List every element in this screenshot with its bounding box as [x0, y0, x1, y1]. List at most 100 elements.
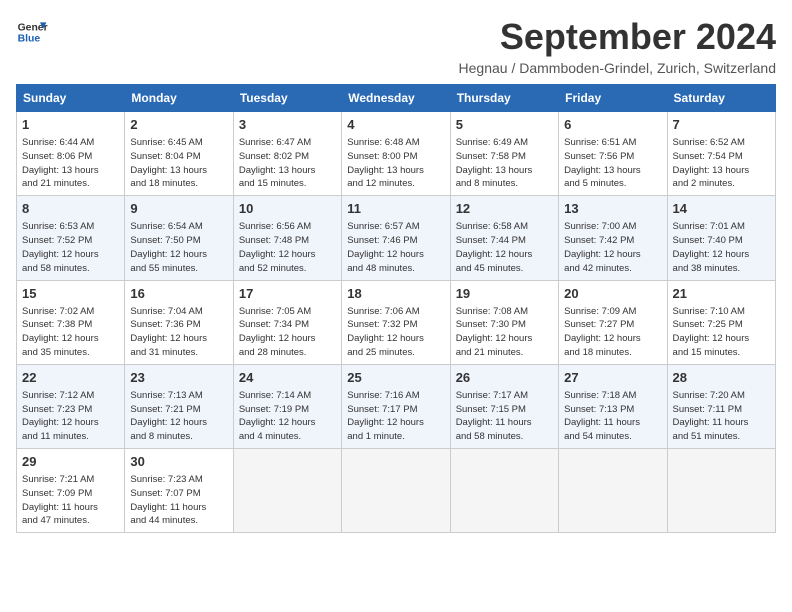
day-number: 9	[130, 200, 227, 218]
calendar-cell: 17 Sunrise: 7:05 AM Sunset: 7:34 PM Dayli…	[233, 280, 341, 364]
calendar-cell: 16 Sunrise: 7:04 AM Sunset: 7:36 PM Dayli…	[125, 280, 233, 364]
calendar-cell	[233, 449, 341, 533]
day-number: 5	[456, 116, 553, 134]
day-number: 18	[347, 285, 444, 303]
day-info: Sunrise: 7:13 AM Sunset: 7:21 PM Dayligh…	[130, 389, 227, 444]
day-info: Sunrise: 6:52 AM Sunset: 7:54 PM Dayligh…	[673, 136, 770, 191]
calendar-cell: 1 Sunrise: 6:44 AM Sunset: 8:06 PM Daylig…	[17, 112, 125, 196]
calendar-cell: 12 Sunrise: 6:58 AM Sunset: 7:44 PM Dayli…	[450, 196, 558, 280]
day-info: Sunrise: 6:53 AM Sunset: 7:52 PM Dayligh…	[22, 220, 119, 275]
day-number: 28	[673, 369, 770, 387]
day-info: Sunrise: 6:49 AM Sunset: 7:58 PM Dayligh…	[456, 136, 553, 191]
weekday-header-row: SundayMondayTuesdayWednesdayThursdayFrid…	[17, 85, 776, 112]
calendar-cell: 11 Sunrise: 6:57 AM Sunset: 7:46 PM Dayli…	[342, 196, 450, 280]
calendar-cell: 9Sunrise: 6:54 AM Sunset: 7:50 PM Daylig…	[125, 196, 233, 280]
calendar-cell: 8 Sunrise: 6:53 AM Sunset: 7:52 PM Daylig…	[17, 196, 125, 280]
calendar-cell: 13 Sunrise: 7:00 AM Sunset: 7:42 PM Dayli…	[559, 196, 667, 280]
day-info: Sunrise: 7:08 AM Sunset: 7:30 PM Dayligh…	[456, 305, 553, 360]
calendar-cell: 18 Sunrise: 7:06 AM Sunset: 7:32 PM Dayli…	[342, 280, 450, 364]
calendar-cell: 3 Sunrise: 6:47 AM Sunset: 8:02 PM Daylig…	[233, 112, 341, 196]
day-info: Sunrise: 7:10 AM Sunset: 7:25 PM Dayligh…	[673, 305, 770, 360]
day-number: 1	[22, 116, 119, 134]
calendar-cell: 2 Sunrise: 6:45 AM Sunset: 8:04 PM Daylig…	[125, 112, 233, 196]
day-info: Sunrise: 7:04 AM Sunset: 7:36 PM Dayligh…	[130, 305, 227, 360]
day-info: Sunrise: 7:01 AM Sunset: 7:40 PM Dayligh…	[673, 220, 770, 275]
title-block: September 2024 Hegnau / Dammboden-Grinde…	[459, 16, 776, 76]
day-info: Sunrise: 7:09 AM Sunset: 7:27 PM Dayligh…	[564, 305, 661, 360]
day-number: 29	[22, 453, 119, 471]
calendar-table: SundayMondayTuesdayWednesdayThursdayFrid…	[16, 84, 776, 533]
calendar-cell: 14 Sunrise: 7:01 AM Sunset: 7:40 PM Dayli…	[667, 196, 775, 280]
day-info: Sunrise: 6:44 AM Sunset: 8:06 PM Dayligh…	[22, 136, 119, 191]
calendar-cell: 5 Sunrise: 6:49 AM Sunset: 7:58 PM Daylig…	[450, 112, 558, 196]
weekday-header-friday: Friday	[559, 85, 667, 112]
day-info: Sunrise: 7:14 AM Sunset: 7:19 PM Dayligh…	[239, 389, 336, 444]
week-row-4: 22 Sunrise: 7:12 AM Sunset: 7:23 PM Dayli…	[17, 364, 776, 448]
day-info: Sunrise: 7:00 AM Sunset: 7:42 PM Dayligh…	[564, 220, 661, 275]
day-info: Sunrise: 7:21 AM Sunset: 7:09 PM Dayligh…	[22, 473, 119, 528]
week-row-5: 29 Sunrise: 7:21 AM Sunset: 7:09 PM Dayli…	[17, 449, 776, 533]
day-number: 21	[673, 285, 770, 303]
day-info: Sunrise: 7:02 AM Sunset: 7:38 PM Dayligh…	[22, 305, 119, 360]
day-info: Sunrise: 7:05 AM Sunset: 7:34 PM Dayligh…	[239, 305, 336, 360]
month-title: September 2024	[459, 16, 776, 58]
calendar-cell: 23 Sunrise: 7:13 AM Sunset: 7:21 PM Dayli…	[125, 364, 233, 448]
calendar-cell: 22 Sunrise: 7:12 AM Sunset: 7:23 PM Dayli…	[17, 364, 125, 448]
day-number: 8	[22, 200, 119, 218]
calendar-cell: 25Sunrise: 7:16 AM Sunset: 7:17 PM Dayli…	[342, 364, 450, 448]
day-number: 4	[347, 116, 444, 134]
day-info: Sunrise: 7:06 AM Sunset: 7:32 PM Dayligh…	[347, 305, 444, 360]
weekday-header-monday: Monday	[125, 85, 233, 112]
day-info: Sunrise: 7:20 AM Sunset: 7:11 PM Dayligh…	[673, 389, 770, 444]
day-info: Sunrise: 7:16 AM Sunset: 7:17 PM Dayligh…	[347, 389, 444, 444]
day-number: 22	[22, 369, 119, 387]
day-number: 2	[130, 116, 227, 134]
page-header: General Blue September 2024 Hegnau / Dam…	[16, 16, 776, 76]
weekday-header-tuesday: Tuesday	[233, 85, 341, 112]
day-number: 10	[239, 200, 336, 218]
calendar-cell: 6Sunrise: 6:51 AM Sunset: 7:56 PM Daylig…	[559, 112, 667, 196]
day-number: 20	[564, 285, 661, 303]
weekday-header-sunday: Sunday	[17, 85, 125, 112]
day-info: Sunrise: 6:56 AM Sunset: 7:48 PM Dayligh…	[239, 220, 336, 275]
day-number: 19	[456, 285, 553, 303]
day-number: 26	[456, 369, 553, 387]
day-number: 3	[239, 116, 336, 134]
calendar-cell: 20 Sunrise: 7:09 AM Sunset: 7:27 PM Dayli…	[559, 280, 667, 364]
svg-text:Blue: Blue	[18, 34, 41, 45]
day-number: 30	[130, 453, 227, 471]
calendar-cell: 15 Sunrise: 7:02 AM Sunset: 7:38 PM Dayli…	[17, 280, 125, 364]
day-number: 11	[347, 200, 444, 218]
day-number: 14	[673, 200, 770, 218]
day-number: 13	[564, 200, 661, 218]
day-info: Sunrise: 7:17 AM Sunset: 7:15 PM Dayligh…	[456, 389, 553, 444]
day-info: Sunrise: 6:57 AM Sunset: 7:46 PM Dayligh…	[347, 220, 444, 275]
calendar-cell: 21 Sunrise: 7:10 AM Sunset: 7:25 PM Dayli…	[667, 280, 775, 364]
day-info: Sunrise: 7:12 AM Sunset: 7:23 PM Dayligh…	[22, 389, 119, 444]
week-row-2: 8 Sunrise: 6:53 AM Sunset: 7:52 PM Daylig…	[17, 196, 776, 280]
day-info: Sunrise: 7:23 AM Sunset: 7:07 PM Dayligh…	[130, 473, 227, 528]
week-row-1: 1 Sunrise: 6:44 AM Sunset: 8:06 PM Daylig…	[17, 112, 776, 196]
calendar-cell: 24Sunrise: 7:14 AM Sunset: 7:19 PM Dayli…	[233, 364, 341, 448]
day-info: Sunrise: 6:45 AM Sunset: 8:04 PM Dayligh…	[130, 136, 227, 191]
day-number: 6	[564, 116, 661, 134]
calendar-cell: 4 Sunrise: 6:48 AM Sunset: 8:00 PM Daylig…	[342, 112, 450, 196]
day-info: Sunrise: 6:48 AM Sunset: 8:00 PM Dayligh…	[347, 136, 444, 191]
weekday-header-saturday: Saturday	[667, 85, 775, 112]
weekday-header-wednesday: Wednesday	[342, 85, 450, 112]
day-info: Sunrise: 7:18 AM Sunset: 7:13 PM Dayligh…	[564, 389, 661, 444]
day-number: 7	[673, 116, 770, 134]
day-info: Sunrise: 6:58 AM Sunset: 7:44 PM Dayligh…	[456, 220, 553, 275]
day-number: 12	[456, 200, 553, 218]
location-subtitle: Hegnau / Dammboden-Grindel, Zurich, Swit…	[459, 60, 776, 76]
day-number: 15	[22, 285, 119, 303]
weekday-header-thursday: Thursday	[450, 85, 558, 112]
day-number: 16	[130, 285, 227, 303]
day-info: Sunrise: 6:47 AM Sunset: 8:02 PM Dayligh…	[239, 136, 336, 191]
day-number: 23	[130, 369, 227, 387]
calendar-cell: 27Sunrise: 7:18 AM Sunset: 7:13 PM Dayli…	[559, 364, 667, 448]
day-number: 17	[239, 285, 336, 303]
calendar-cell	[667, 449, 775, 533]
calendar-cell	[450, 449, 558, 533]
logo: General Blue	[16, 16, 48, 48]
